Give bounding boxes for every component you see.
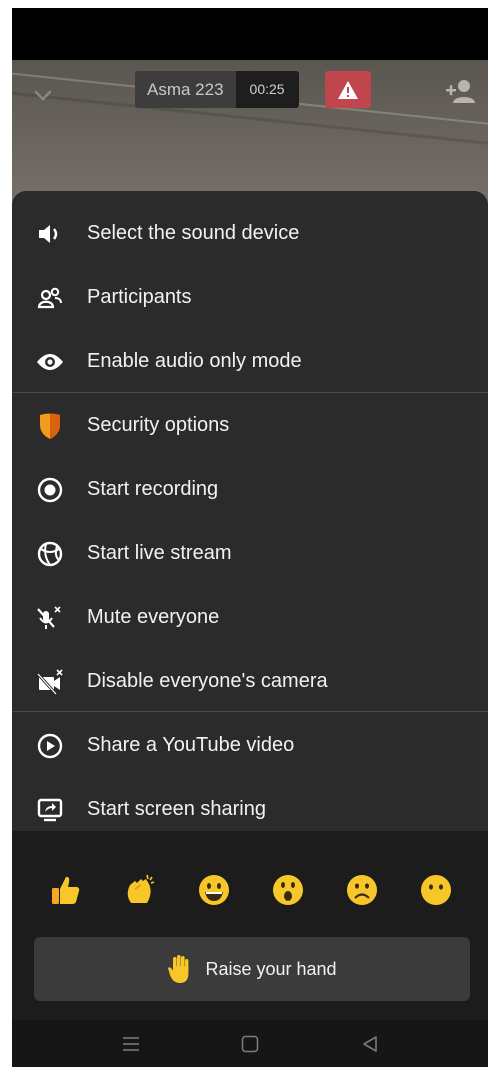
- overflow-menu-sheet: Select the sound device Participants Ena…: [12, 191, 488, 831]
- raise-hand-button[interactable]: Raise your hand: [34, 937, 470, 1001]
- raised-hand-icon: [168, 955, 189, 983]
- neutral-face-icon: [421, 875, 451, 905]
- neutral-face-emoji[interactable]: [417, 871, 455, 909]
- call-timer: 00:25: [235, 71, 299, 108]
- home-button[interactable]: [238, 1032, 262, 1056]
- shield-icon: [36, 412, 64, 440]
- participant-name: Asma 223: [135, 71, 236, 108]
- menu-item-label: Start screen sharing: [87, 797, 266, 820]
- back-button[interactable]: [358, 1032, 382, 1056]
- clapping-hands-emoji[interactable]: [121, 871, 159, 909]
- menu-lines-icon: [123, 1037, 139, 1051]
- screen-share-icon: [36, 796, 64, 824]
- grinning-face-emoji[interactable]: [195, 871, 233, 909]
- menu-item-label: Select the sound device: [87, 221, 300, 244]
- add-participant-icon[interactable]: [445, 78, 477, 104]
- menu-item-security[interactable]: Security options: [12, 393, 488, 457]
- reactions-bar: Raise your hand: [12, 831, 488, 1020]
- frowning-face-icon: [347, 875, 377, 905]
- live-stream-icon: [36, 540, 64, 568]
- menu-item-share-youtube[interactable]: Share a YouTube video: [12, 713, 488, 777]
- menu-item-label: Start live stream: [87, 541, 232, 564]
- speaker-icon: [36, 220, 64, 248]
- menu-item-recording[interactable]: Start recording: [12, 457, 488, 521]
- menu-item-participants[interactable]: Participants: [12, 265, 488, 329]
- menu-item-label: Enable audio only mode: [87, 349, 302, 372]
- recents-button[interactable]: [119, 1032, 143, 1056]
- menu-item-audio-only[interactable]: Enable audio only mode: [12, 329, 488, 393]
- clapping-hands-icon: [127, 874, 155, 903]
- mic-off-icon: [36, 604, 64, 632]
- menu-item-label: Share a YouTube video: [87, 733, 295, 756]
- menu-item-live-stream[interactable]: Start live stream: [12, 521, 488, 585]
- warning-icon: [338, 80, 358, 99]
- menu-divider: [12, 711, 488, 712]
- thumbs-up-icon: [52, 876, 80, 904]
- back-triangle-icon: [363, 1036, 377, 1052]
- phone-screen: Asma 223 00:25 Select the sound device P…: [12, 8, 488, 1067]
- home-square-icon: [241, 1035, 259, 1053]
- menu-item-label: Participants: [87, 285, 192, 308]
- record-icon: [36, 476, 64, 504]
- menu-item-label: Mute everyone: [87, 605, 220, 628]
- menu-item-mute-everyone[interactable]: Mute everyone: [12, 585, 488, 649]
- system-nav-bar: [12, 1020, 488, 1067]
- frowning-face-emoji[interactable]: [343, 871, 381, 909]
- chevron-down-icon[interactable]: [32, 84, 54, 106]
- camera-off-icon: [36, 668, 64, 696]
- menu-item-label: Security options: [87, 413, 230, 436]
- status-bar: [12, 8, 488, 60]
- warning-button[interactable]: [325, 71, 371, 108]
- thumbs-up-emoji[interactable]: [47, 871, 85, 909]
- menu-item-label: Start recording: [87, 477, 219, 500]
- menu-item-disable-cameras[interactable]: Disable everyone's camera: [12, 649, 488, 713]
- participants-icon: [36, 284, 64, 312]
- menu-item-sound-device[interactable]: Select the sound device: [12, 201, 488, 265]
- raise-hand-label: Raise your hand: [205, 958, 337, 979]
- surprised-face-icon: [273, 875, 303, 905]
- menu-item-label: Disable everyone's camera: [87, 669, 328, 692]
- grinning-face-icon: [199, 875, 229, 905]
- eye-icon: [36, 348, 64, 376]
- surprised-face-emoji[interactable]: [269, 871, 307, 909]
- play-circle-icon: [36, 732, 64, 760]
- participant-pill: Asma 223 00:25: [135, 71, 299, 108]
